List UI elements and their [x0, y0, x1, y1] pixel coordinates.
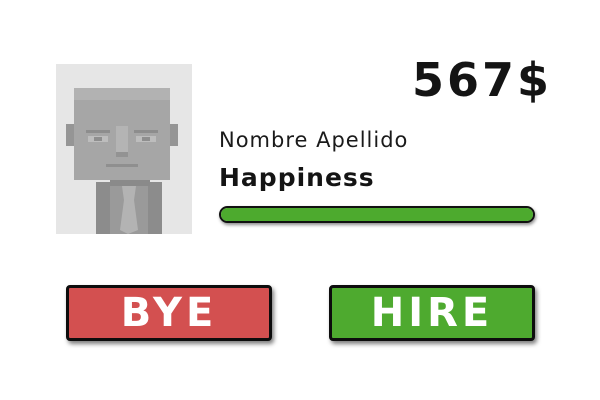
bye-button[interactable]: BYE — [66, 285, 272, 341]
happiness-progress-bar — [219, 206, 535, 223]
bye-button-label: BYE — [120, 290, 218, 336]
blocky-character-icon — [66, 88, 178, 234]
money-balance: 567$ — [411, 53, 552, 107]
candidate-avatar — [56, 64, 192, 234]
hire-button-label: HIRE — [370, 290, 494, 336]
candidate-name: Nombre Apellido — [219, 128, 409, 152]
hire-button[interactable]: HIRE — [329, 285, 535, 341]
happiness-label: Happiness — [219, 163, 375, 192]
happiness-progress-fill — [221, 208, 533, 221]
